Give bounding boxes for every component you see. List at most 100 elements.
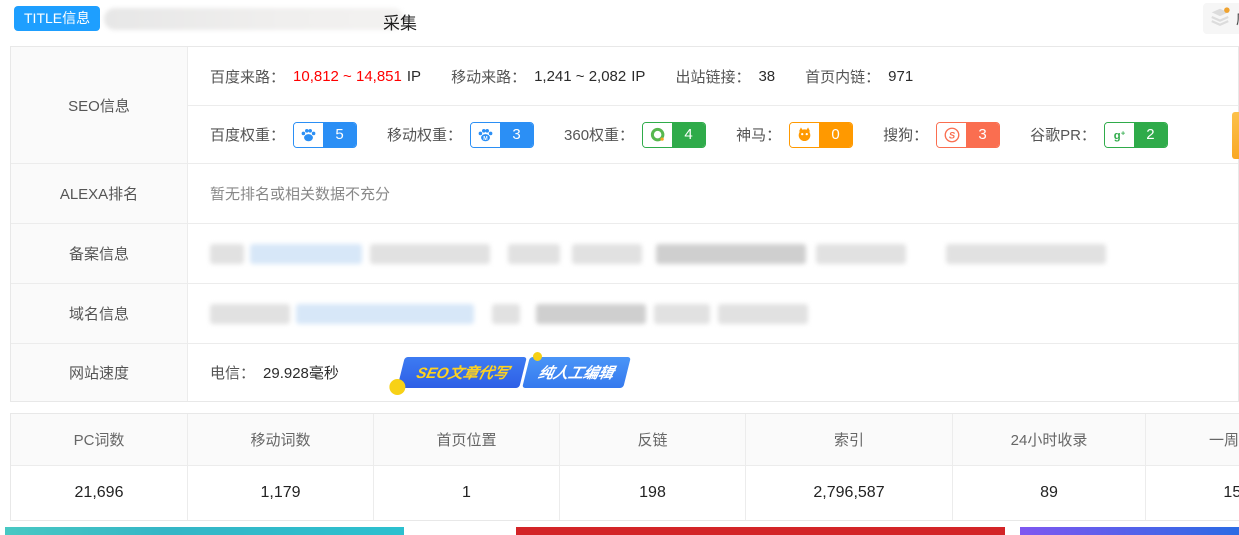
mobile-traffic-metric: 移动来路： 1,241 ~ 2,082 IP: [451, 66, 645, 87]
redacted-block: [718, 304, 808, 324]
redacted-block: [946, 244, 1106, 264]
baidu-weight-badge[interactable]: 5: [293, 122, 357, 148]
stats-value-week: 15,6: [1146, 466, 1239, 520]
title-info-badge: TITLE信息: [14, 6, 100, 31]
redacted-block: [536, 304, 646, 324]
metric-value: 1,241 ~ 2,082: [534, 68, 626, 85]
metric-label: 谷歌PR：: [1030, 124, 1096, 145]
sogou-weight-badge[interactable]: S 3: [936, 122, 1000, 148]
alexa-value: 暂无排名或相关数据不充分: [188, 164, 1238, 223]
redacted-block: [250, 244, 362, 264]
metric-label: 百度来路：: [210, 66, 285, 87]
weight-value: 0: [819, 123, 852, 147]
stats-header-24h: 24小时收录: [953, 414, 1146, 466]
metric-unit: IP: [407, 68, 421, 85]
seo-info-table: SEO信息 百度来路： 10,812 ~ 14,851 IP 移动来路： 1,2…: [10, 46, 1239, 402]
360-weight-badge[interactable]: 4: [642, 122, 706, 148]
redacted-block: [296, 304, 474, 324]
row-label: 网站速度: [11, 344, 188, 401]
metric-label: 360权重：: [564, 124, 634, 145]
shenma-weight-badge[interactable]: 0: [789, 122, 853, 148]
homepage-inlinks-metric: 首页内链： 971: [805, 66, 913, 87]
baidu-mobile-paw-icon: M: [471, 123, 500, 147]
redacted-block: [656, 244, 806, 264]
row-label: SEO信息: [11, 47, 188, 163]
svg-text:S: S: [948, 130, 955, 140]
svg-text:+: +: [1121, 128, 1126, 137]
row-alexa: ALEXA排名 暂无排名或相关数据不充分: [11, 164, 1238, 224]
mobile-weight-metric: 移动权重： M 3: [387, 122, 534, 148]
google-pr-badge[interactable]: g + 2: [1104, 122, 1168, 148]
metric-label: 出站链接：: [675, 66, 750, 87]
bottom-banner-purple[interactable]: [1020, 527, 1239, 535]
metric-label: 移动来路：: [451, 66, 526, 87]
redacted-block: [572, 244, 642, 264]
side-floating-widget[interactable]: [1232, 112, 1239, 159]
redacted-domain-content: [210, 304, 808, 324]
stats-header-pc-words: PC词数: [11, 414, 188, 466]
ad-banner-right-text: 纯人工编辑: [522, 357, 631, 388]
stats-value-backlinks: 198: [560, 466, 746, 520]
stats-header-week: 一周收录: [1146, 414, 1239, 466]
stats-value-mobile-words: 1,179: [188, 466, 374, 520]
traffic-subrow: 百度来路： 10,812 ~ 14,851 IP 移动来路： 1,241 ~ 2…: [188, 47, 1238, 105]
sogou-weight-metric: 搜狗： S 3: [883, 122, 1000, 148]
redacted-title-block: [104, 8, 404, 30]
row-speed: 网站速度 电信： 29.928毫秒 SEO文章代写 纯人工编辑: [11, 344, 1238, 401]
yellow-dot-decoration: [389, 379, 405, 395]
redacted-icp-content: [210, 244, 1106, 264]
title-suffix-text: 采集: [383, 9, 417, 34]
stats-value-24h: 89: [953, 466, 1146, 520]
row-label: ALEXA排名: [11, 164, 188, 223]
keyword-stats-table: PC词数 移动词数 首页位置 反链 索引 24小时收录 一周收录 21,696 …: [10, 413, 1239, 521]
seo-writing-ad-banner[interactable]: SEO文章代写 纯人工编辑: [397, 357, 630, 388]
outbound-links-metric: 出站链接： 38: [675, 66, 775, 87]
metric-label: 百度权重：: [210, 124, 285, 145]
shenma-weight-metric: 神马： 0: [736, 122, 853, 148]
weight-value: 2: [1134, 123, 1167, 147]
redacted-block: [370, 244, 490, 264]
redacted-block: [654, 304, 710, 324]
weights-subrow: 百度权重： 5 移动权重：: [188, 105, 1238, 163]
stats-header-home-rank: 首页位置: [374, 414, 560, 466]
baidu-traffic-metric: 百度来路： 10,812 ~ 14,851 IP: [210, 66, 421, 87]
shenma-owl-icon: [790, 123, 819, 147]
weight-value: 5: [323, 123, 356, 147]
row-label: 备案信息: [11, 224, 188, 283]
sogou-s-icon: S: [937, 123, 966, 147]
redacted-block: [210, 244, 244, 264]
360-weight-metric: 360权重： 4: [564, 122, 706, 148]
mobile-weight-badge[interactable]: M 3: [470, 122, 534, 148]
row-label: 域名信息: [11, 284, 188, 343]
stats-header-mobile-words: 移动词数: [188, 414, 374, 466]
metric-label: 移动权重：: [387, 124, 462, 145]
baidu-paw-icon: [294, 123, 323, 147]
redacted-block: [210, 304, 290, 324]
row-icp: 备案信息: [11, 224, 1238, 284]
weight-value: 3: [966, 123, 999, 147]
stats-value-pc-words: 21,696: [11, 466, 188, 520]
google-plus-icon: g +: [1105, 123, 1134, 147]
bottom-banner-red[interactable]: [516, 527, 1005, 535]
svg-text:g: g: [1114, 130, 1121, 142]
baidu-weight-metric: 百度权重： 5: [210, 122, 357, 148]
metric-unit: IP: [631, 68, 645, 85]
metric-label: 搜狗：: [883, 124, 928, 145]
ad-banner-left-text: SEO文章代写: [397, 357, 526, 388]
corner-app-widget[interactable]: 应: [1203, 3, 1239, 34]
bottom-banner-teal[interactable]: [5, 527, 404, 535]
google-pr-metric: 谷歌PR： g + 2: [1030, 122, 1168, 148]
carrier-value: 29.928毫秒: [263, 362, 339, 383]
stats-value-index: 2,796,587: [746, 466, 953, 520]
row-domain: 域名信息: [11, 284, 1238, 344]
carrier-label: 电信：: [210, 362, 255, 383]
weight-value: 4: [672, 123, 705, 147]
stats-header-backlinks: 反链: [560, 414, 746, 466]
weight-value: 3: [500, 123, 533, 147]
360-circle-icon: [643, 123, 672, 147]
redacted-block: [816, 244, 906, 264]
redacted-block: [492, 304, 520, 324]
stats-header-index: 索引: [746, 414, 953, 466]
metric-value: 10,812 ~ 14,851: [293, 68, 402, 85]
yellow-dot-decoration: [533, 352, 542, 361]
